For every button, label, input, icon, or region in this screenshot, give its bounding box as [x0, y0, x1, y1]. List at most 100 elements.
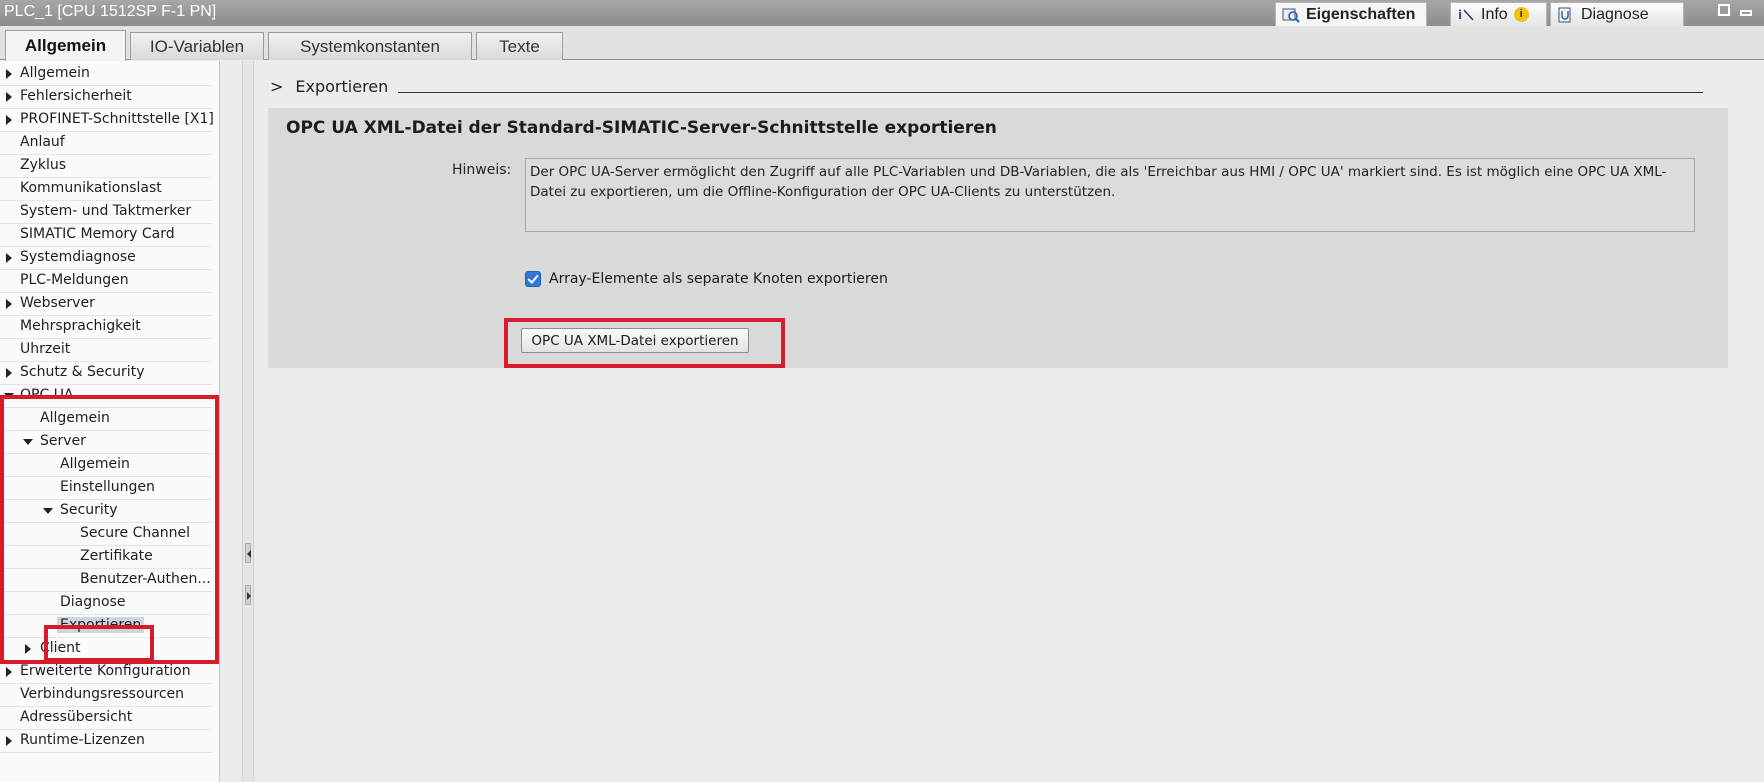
- expand-arrow-icon[interactable]: [6, 115, 12, 125]
- export-xml-button-label: OPC UA XML-Datei exportieren: [531, 332, 739, 349]
- nav-item-anlauf[interactable]: Anlauf: [0, 132, 212, 155]
- tab-systemkonstanten-label: Systemkonstanten: [300, 36, 440, 56]
- diagnostics-icon: [1557, 7, 1575, 23]
- nav-item-label: Benutzer-Authen...: [80, 571, 211, 587]
- tab-allgemein[interactable]: Allgemein: [5, 30, 126, 61]
- expand-arrow-icon[interactable]: [6, 667, 12, 677]
- nav-item-zertifikate[interactable]: Zertifikate: [0, 546, 212, 569]
- breadcrumb-arrow-icon[interactable]: >: [270, 77, 283, 96]
- nav-item-label: SIMATIC Memory Card: [20, 226, 175, 242]
- nav-item-schutz-security[interactable]: Schutz & Security: [0, 362, 212, 385]
- nav-item-einstellungen[interactable]: Einstellungen: [0, 477, 212, 500]
- tab-io-variablen[interactable]: IO-Variablen: [130, 32, 264, 60]
- nav-item-server[interactable]: Server: [0, 431, 212, 454]
- info-icon: i: [1457, 7, 1475, 23]
- nav-item-fehlersicherheit[interactable]: Fehlersicherheit: [0, 86, 212, 109]
- nav-item-uhrzeit[interactable]: Uhrzeit: [0, 339, 212, 362]
- nav-item-label: Webserver: [20, 295, 95, 311]
- nav-item-secure-channel[interactable]: Secure Channel: [0, 523, 212, 546]
- nav-item-label: Server: [40, 433, 86, 449]
- expand-arrow-icon[interactable]: [6, 736, 12, 746]
- nav-item-plc-meldungen[interactable]: PLC-Meldungen: [0, 270, 212, 293]
- nav-item-memory-card[interactable]: SIMATIC Memory Card: [0, 224, 212, 247]
- svg-text:i: i: [1458, 8, 1462, 22]
- nav-item-opc-ua[interactable]: OPC UA: [0, 385, 212, 408]
- hint-text: Der OPC UA-Server ermöglicht den Zugriff…: [525, 158, 1695, 232]
- collapse-left-icon[interactable]: [245, 543, 251, 563]
- tab-io-variablen-label: IO-Variablen: [149, 36, 245, 56]
- nav-item-label: Einstellungen: [60, 479, 155, 495]
- tab-texte-label: Texte: [499, 36, 540, 56]
- nav-item-label: Adressübersicht: [20, 709, 133, 725]
- nav-item-label: PROFINET-Schnittstelle [X1]: [20, 111, 214, 127]
- title-bar: PLC_1 [CPU 1512SP F-1 PN] Eigenschaften …: [0, 0, 1764, 26]
- nav-item-zyklus[interactable]: Zyklus: [0, 155, 212, 178]
- nav-item-label: Client: [40, 640, 81, 656]
- nav-item-label: Zertifikate: [80, 548, 153, 564]
- collapse-arrow-icon[interactable]: [4, 393, 14, 399]
- nav-item-label: Schutz & Security: [20, 364, 145, 380]
- nav-item-label: Allgemein: [40, 410, 110, 426]
- expand-arrow-icon[interactable]: [6, 69, 12, 79]
- nav-item-label: Systemdiagnose: [20, 249, 136, 265]
- nav-item-label: System- und Taktmerker: [20, 203, 192, 219]
- expand-arrow-icon[interactable]: [25, 644, 31, 654]
- nav-item-benutzer-authentifizierung[interactable]: Benutzer-Authen...: [0, 569, 212, 592]
- expand-arrow-icon[interactable]: [6, 92, 12, 102]
- nav-item-label: Verbindungsressourcen: [20, 686, 185, 702]
- nav-item-erweiterte-konfiguration[interactable]: Erweiterte Konfiguration: [0, 661, 212, 684]
- nav-item-taktmerker[interactable]: System- und Taktmerker: [0, 201, 212, 224]
- nav-item-mehrsprachigkeit[interactable]: Mehrsprachigkeit: [0, 316, 212, 339]
- nav-item-label: Erweiterte Konfiguration: [20, 663, 191, 679]
- tab-texte[interactable]: Texte: [476, 32, 563, 60]
- expand-arrow-icon[interactable]: [6, 253, 12, 263]
- nav-item-exportieren[interactable]: Exportieren: [0, 615, 212, 638]
- navigation-tree: Allgemein Fehlersicherheit PROFINET-Schn…: [0, 61, 220, 782]
- nav-item-systemdiagnose[interactable]: Systemdiagnose: [0, 247, 212, 270]
- float-icon[interactable]: [1718, 4, 1730, 16]
- window-controls: [1718, 4, 1752, 16]
- tab-allgemein-label: Allgemein: [24, 36, 107, 55]
- nav-item-opc-ua-allgemein[interactable]: Allgemein: [0, 408, 212, 431]
- nav-item-label: Secure Channel: [80, 525, 191, 541]
- expand-arrow-icon[interactable]: [6, 368, 12, 378]
- tab-info[interactable]: i Info i: [1450, 2, 1547, 26]
- nav-item-verbindungsressourcen[interactable]: Verbindungsressourcen: [0, 684, 212, 707]
- nav-item-label: Fehlersicherheit: [20, 88, 132, 104]
- array-elements-checkbox[interactable]: [525, 271, 541, 287]
- array-elements-option[interactable]: Array-Elemente als separate Knoten expor…: [525, 271, 888, 287]
- nav-item-label: Uhrzeit: [20, 341, 71, 357]
- tab-diagnose[interactable]: Diagnose: [1550, 2, 1684, 26]
- nav-item-label: Allgemein: [20, 65, 90, 81]
- nav-item-adressuebersicht[interactable]: Adressübersicht: [0, 707, 212, 730]
- nav-item-client[interactable]: Client: [0, 638, 212, 661]
- collapse-arrow-icon[interactable]: [23, 439, 33, 445]
- nav-item-label: Runtime-Lizenzen: [20, 732, 145, 748]
- nav-item-server-allgemein[interactable]: Allgemein: [0, 454, 212, 477]
- nav-item-webserver[interactable]: Webserver: [0, 293, 212, 316]
- collapse-arrow-icon[interactable]: [43, 508, 53, 514]
- nav-item-diagnose[interactable]: Diagnose: [0, 592, 212, 615]
- info-badge-icon: i: [1513, 7, 1529, 22]
- splitter[interactable]: [242, 61, 254, 782]
- tab-systemkonstanten[interactable]: Systemkonstanten: [268, 32, 472, 60]
- breadcrumb: > Exportieren: [270, 77, 388, 96]
- tab-eigenschaften-label: Eigenschaften: [1306, 5, 1416, 23]
- property-tabs: Allgemein IO-Variablen Systemkonstanten …: [0, 26, 1764, 61]
- breadcrumb-title: Exportieren: [295, 77, 389, 96]
- minimize-icon[interactable]: [1740, 10, 1752, 16]
- expand-arrow-icon[interactable]: [6, 299, 12, 309]
- nav-item-profinet[interactable]: PROFINET-Schnittstelle [X1]: [0, 109, 214, 132]
- array-elements-label[interactable]: Array-Elemente als separate Knoten expor…: [549, 271, 888, 287]
- tab-eigenschaften[interactable]: Eigenschaften: [1275, 2, 1427, 26]
- nav-item-kommunikationslast[interactable]: Kommunikationslast: [0, 178, 212, 201]
- nav-item-security[interactable]: Security: [0, 500, 212, 523]
- nav-item-label: Anlauf: [20, 134, 65, 150]
- nav-item-allgemein[interactable]: Allgemein: [0, 63, 212, 86]
- expand-right-icon[interactable]: [245, 585, 251, 605]
- tab-info-label: Info: [1481, 5, 1508, 23]
- nav-item-label: Security: [60, 502, 118, 518]
- export-xml-button[interactable]: OPC UA XML-Datei exportieren: [521, 328, 749, 353]
- nav-item-runtime-lizenzen[interactable]: Runtime-Lizenzen: [0, 730, 212, 753]
- nav-item-label: Kommunikationslast: [20, 180, 162, 196]
